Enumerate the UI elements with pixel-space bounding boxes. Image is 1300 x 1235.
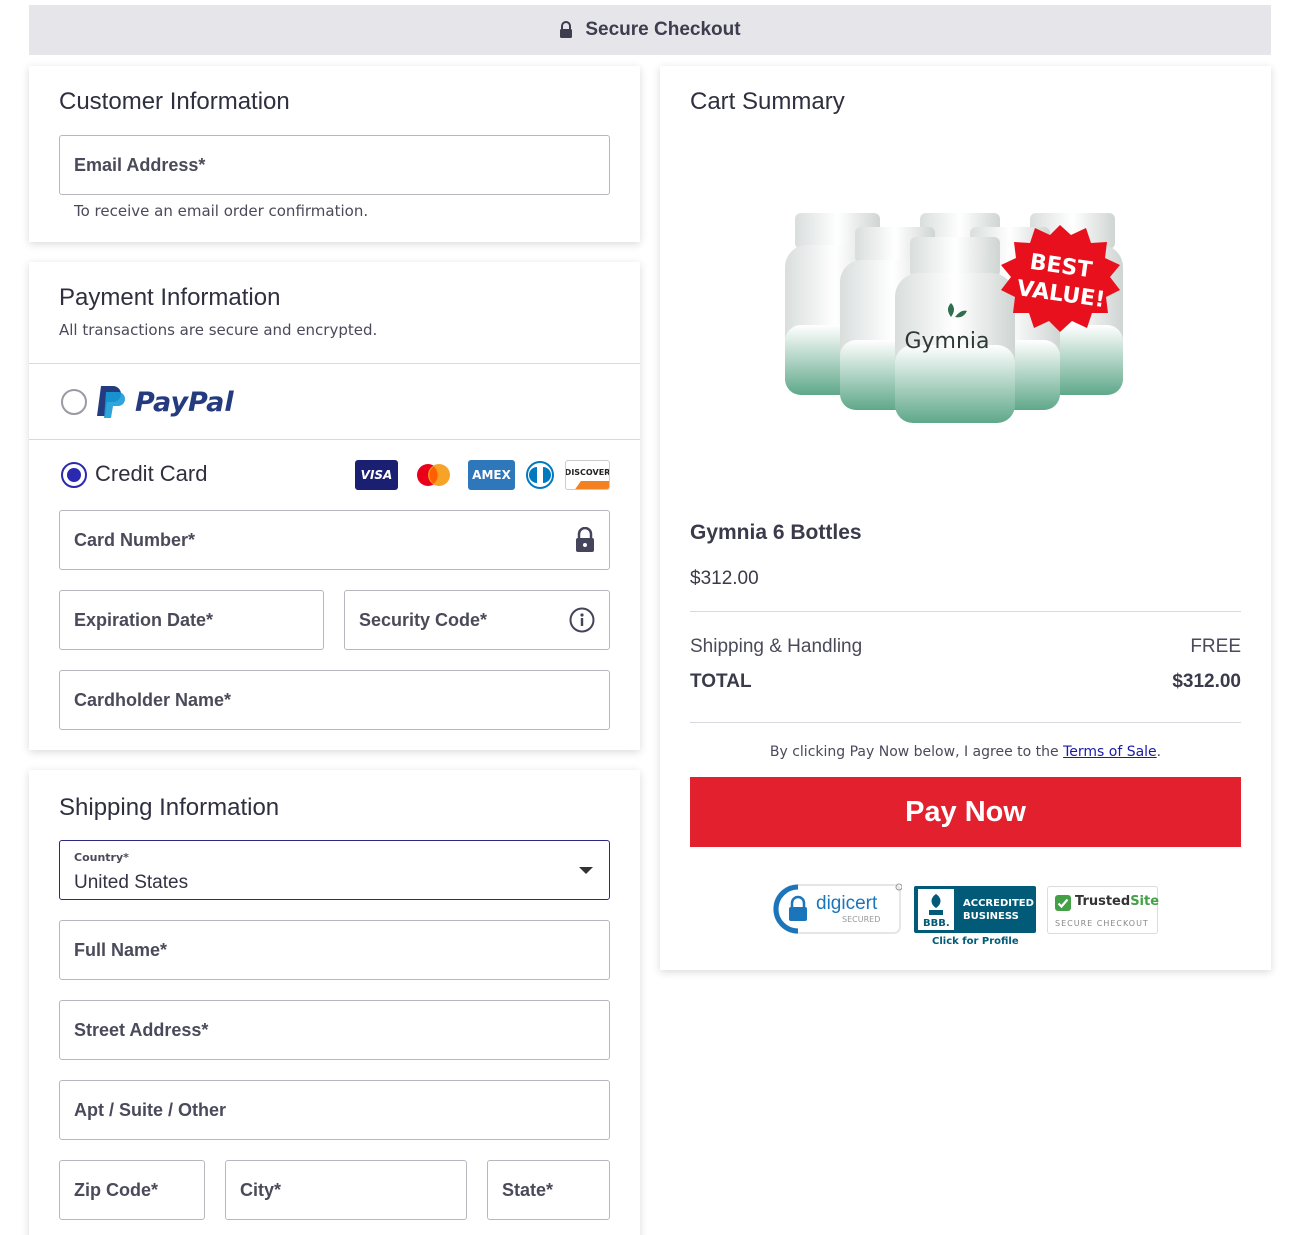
email-placeholder: Email Address* — [74, 154, 206, 175]
lock-icon — [560, 21, 573, 38]
pay-now-button[interactable]: Pay Now — [690, 777, 1241, 847]
paypal-icon — [97, 386, 125, 418]
bbb-box: BBB. ACCREDITED BUSINESS — [914, 886, 1036, 933]
page-title: Secure Checkout — [585, 19, 741, 40]
product-brand: Gymnia — [904, 329, 989, 354]
full-name-placeholder: Full Name* — [74, 939, 168, 960]
country-select[interactable]: Country* United States — [59, 840, 610, 900]
country-value: United States — [74, 872, 189, 893]
credit-card-radio[interactable] — [61, 462, 87, 488]
amex-text: AMEX — [472, 468, 511, 482]
trusted-accent: Site — [1130, 894, 1160, 909]
zip-code-field[interactable]: Zip Code* — [59, 1160, 205, 1220]
shipping-label: Shipping & Handling — [690, 636, 863, 657]
discover-stripe — [571, 481, 609, 489]
expiration-placeholder: Expiration Date* — [74, 609, 214, 630]
country-label: Country* — [74, 851, 129, 864]
total-label: TOTAL — [690, 671, 752, 692]
info-icon[interactable] — [569, 607, 595, 633]
full-name-field[interactable]: Full Name* — [59, 920, 610, 980]
amex-logo: AMEX — [468, 460, 515, 490]
mastercard-logo — [412, 460, 455, 490]
security-code-placeholder: Security Code* — [359, 609, 488, 630]
lock-icon — [576, 527, 594, 552]
cardholder-placeholder: Cardholder Name* — [74, 689, 232, 710]
bbb-badge[interactable]: BBB. ACCREDITED BUSINESS Click for Profi… — [914, 886, 1036, 950]
trustedsite-title: TrustedSite — [1075, 894, 1159, 909]
digicert-sub: SECURED — [842, 915, 881, 924]
section-title: Payment Information — [59, 284, 281, 311]
terms-of-sale-link[interactable]: Terms of Sale — [1063, 744, 1157, 760]
diners-icon — [526, 461, 554, 489]
bbb-line2: BUSINESS — [963, 911, 1019, 922]
street-address-field[interactable]: Street Address* — [59, 1000, 610, 1060]
zip-placeholder: Zip Code* — [74, 1179, 158, 1200]
trusted-main: Trusted — [1075, 894, 1131, 909]
product-image: Gymnia BEST VALUE! — [785, 213, 1123, 423]
trustedsite-sub: SECURE CHECKOUT — [1055, 919, 1149, 928]
secure-checkout-bar: Secure Checkout — [29, 5, 1271, 55]
discover-logo: DISCOVER — [565, 460, 610, 490]
digicert-badge[interactable]: digicert SECURED — [772, 883, 902, 935]
city-placeholder: City* — [240, 1179, 282, 1200]
email-field[interactable]: Email Address* — [59, 135, 610, 195]
terms-text: By clicking Pay Now below, I agree to th… — [690, 744, 1241, 760]
digicert-text: digicert — [816, 893, 878, 914]
section-title: Cart Summary — [690, 88, 845, 115]
bbb-logo-text: BBB. — [923, 918, 950, 929]
expiration-date-field[interactable]: Expiration Date* — [59, 590, 324, 650]
visa-text: VISA — [360, 468, 393, 482]
divider — [690, 722, 1241, 723]
checkmark-icon — [1055, 895, 1071, 911]
card-number-placeholder: Card Number* — [74, 529, 196, 550]
city-field[interactable]: City* — [225, 1160, 467, 1220]
diners-logo — [523, 460, 557, 490]
bbb-caption: Click for Profile — [932, 936, 1019, 947]
bbb-line1: ACCREDITED — [963, 898, 1034, 909]
email-hint: To receive an email order confirmation. — [74, 202, 369, 220]
product-price: $312.00 — [690, 568, 759, 589]
shipping-value: FREE — [1190, 636, 1241, 657]
security-code-field[interactable]: Security Code* — [344, 590, 610, 650]
payment-subtitle: All transactions are secure and encrypte… — [59, 321, 378, 339]
divider — [29, 363, 640, 364]
section-title: Customer Information — [59, 88, 290, 115]
apt-suite-field[interactable]: Apt / Suite / Other — [59, 1080, 610, 1140]
card-number-field[interactable]: Card Number* — [59, 510, 610, 570]
cardholder-name-field[interactable]: Cardholder Name* — [59, 670, 610, 730]
chevron-down-icon — [579, 867, 593, 874]
divider — [690, 611, 1241, 612]
bottle: Gymnia — [895, 237, 1015, 423]
discover-text: DISCOVER — [565, 468, 610, 477]
apt-placeholder: Apt / Suite / Other — [74, 1099, 227, 1120]
section-title: Shipping Information — [59, 794, 280, 821]
street-placeholder: Street Address* — [74, 1019, 209, 1040]
credit-card-label[interactable]: Credit Card — [95, 461, 207, 487]
product-name: Gymnia 6 Bottles — [690, 521, 862, 544]
state-field[interactable]: State* — [487, 1160, 610, 1220]
terms-prefix: By clicking Pay Now below, I agree to th… — [769, 744, 1064, 760]
paypal-logo[interactable]: PayPal — [95, 384, 234, 420]
trustedsite-badge[interactable]: TrustedSite SECURE CHECKOUT — [1047, 886, 1159, 934]
mastercard-icon — [417, 464, 450, 486]
terms-suffix: . — [1156, 744, 1162, 760]
state-placeholder: State* — [502, 1179, 554, 1200]
divider — [29, 439, 640, 440]
total-value: $312.00 — [1172, 671, 1241, 692]
visa-logo: VISA — [355, 460, 398, 490]
paypal-label: PayPal — [135, 386, 234, 418]
paypal-radio[interactable] — [61, 389, 87, 415]
